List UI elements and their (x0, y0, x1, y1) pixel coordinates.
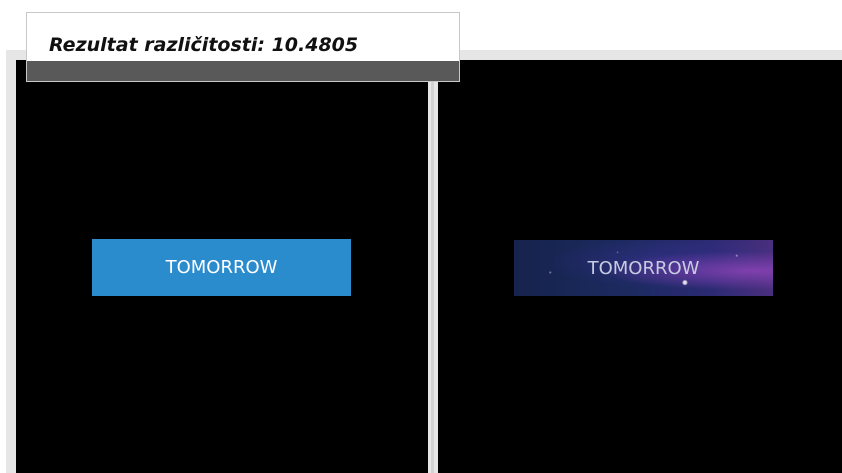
difference-score-box: Rezultat različitosti: 10.4805 (26, 12, 460, 82)
left-preview-panel: TOMORROW (16, 60, 428, 473)
tomorrow-button-left[interactable]: TOMORROW (92, 239, 351, 296)
difference-score-label: Rezultat različitosti: 10.4805 (49, 34, 359, 56)
right-preview-panel: TOMORROW (438, 60, 842, 473)
panel-divider-line (431, 60, 434, 473)
tomorrow-button-right[interactable]: TOMORROW (514, 240, 773, 296)
